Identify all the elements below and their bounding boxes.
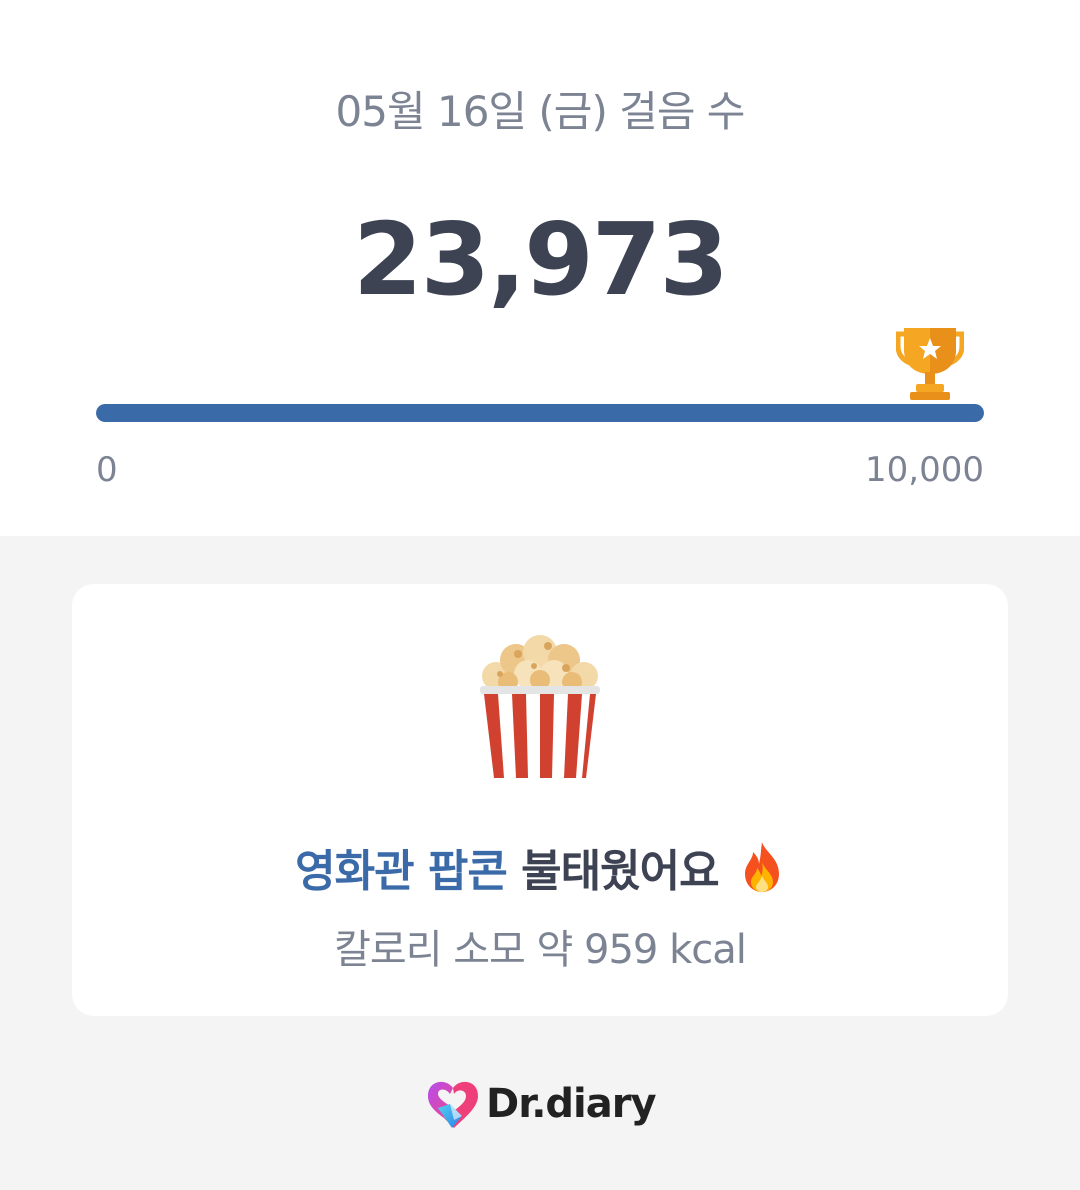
step-progress-bar: [96, 404, 984, 422]
step-count: 23,973: [353, 201, 729, 318]
calorie-card: 영화관 팝콘 불태웠어요 칼로리 소모 약 959 kcal: [72, 584, 1008, 1016]
headline-highlight: 영화관 팝콘: [295, 846, 508, 897]
progress-max-label: 10,000: [865, 450, 984, 490]
fire-icon: [744, 842, 779, 892]
brand-footer: Dr.diary: [424, 1076, 657, 1132]
step-summary-panel: 05월 16일 (금) 걸음 수 23,973 0 10,000: [0, 0, 1080, 536]
card-headline: 영화관 팝콘 불태웠어요: [72, 840, 1008, 904]
date-title: 05월 16일 (금) 걸음 수: [335, 87, 746, 136]
step-progress-fill: [96, 404, 984, 422]
dr-diary-logo-icon: [428, 1081, 478, 1128]
headline-rest: 불태웠어요: [506, 846, 719, 897]
popcorn-icon: [480, 635, 600, 778]
trophy-icon: [896, 328, 964, 400]
progress-min-label: 0: [96, 450, 118, 490]
calorie-text: 칼로리 소모 약 959 kcal: [334, 927, 747, 973]
brand-name: Dr.diary: [486, 1081, 657, 1127]
